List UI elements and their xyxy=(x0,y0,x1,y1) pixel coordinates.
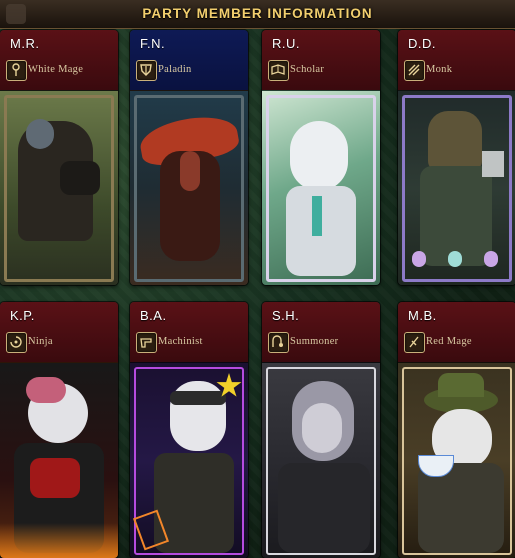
member-card-header: D.D. Monk xyxy=(398,30,515,90)
summoner-icon xyxy=(268,332,289,353)
member-name: M.R. xyxy=(10,36,40,51)
member-card-6[interactable]: B.A. Machinist xyxy=(130,302,248,558)
member-card-header: M.R. White Mage xyxy=(0,30,118,90)
character-portrait xyxy=(398,90,515,285)
character-portrait xyxy=(130,362,248,558)
red-mage-icon xyxy=(404,332,425,353)
paladin-icon xyxy=(136,60,157,81)
character-portrait xyxy=(0,90,118,285)
member-name: R.U. xyxy=(272,36,300,51)
white-mage-icon xyxy=(6,60,27,81)
page-title: PARTY MEMBER INFORMATION xyxy=(142,6,373,21)
member-card-header: B.A. Machinist xyxy=(130,302,248,362)
member-card-header: K.P. Ninja xyxy=(0,302,118,362)
member-name: S.H. xyxy=(272,308,300,323)
member-card-header: F.N. Paladin xyxy=(130,30,248,90)
character-portrait xyxy=(262,362,380,558)
character-portrait xyxy=(398,362,515,558)
character-portrait xyxy=(262,90,380,285)
monk-icon xyxy=(404,60,425,81)
job-label: Red Mage xyxy=(426,336,472,347)
member-card-2[interactable]: F.N. Paladin xyxy=(130,30,248,285)
member-name: M.B. xyxy=(408,308,437,323)
machinist-icon xyxy=(136,332,157,353)
character-portrait xyxy=(0,362,118,558)
member-name: K.P. xyxy=(10,308,35,323)
job-label: Paladin xyxy=(158,64,192,75)
job-label: Scholar xyxy=(290,64,325,75)
member-card-1[interactable]: M.R. White Mage xyxy=(0,30,118,285)
member-card-4[interactable]: D.D. Monk xyxy=(398,30,515,285)
member-name: F.N. xyxy=(140,36,166,51)
member-card-7[interactable]: S.H. Summoner xyxy=(262,302,380,558)
job-label: Monk xyxy=(426,64,453,75)
member-card-5[interactable]: K.P. Ninja xyxy=(0,302,118,558)
job-label: Summoner xyxy=(290,336,339,347)
ninja-icon xyxy=(6,332,27,353)
scholar-icon xyxy=(268,60,289,81)
job-label: Machinist xyxy=(158,336,203,347)
member-name: B.A. xyxy=(140,308,167,323)
character-portrait xyxy=(130,90,248,285)
title-bar: PARTY MEMBER INFORMATION xyxy=(0,0,515,29)
member-card-8[interactable]: M.B. Red Mage xyxy=(398,302,515,558)
job-label: Ninja xyxy=(28,336,53,347)
member-card-3[interactable]: R.U. Scholar xyxy=(262,30,380,285)
member-card-header: R.U. Scholar xyxy=(262,30,380,90)
member-name: D.D. xyxy=(408,36,436,51)
member-card-header: M.B. Red Mage xyxy=(398,302,515,362)
member-card-header: S.H. Summoner xyxy=(262,302,380,362)
job-label: White Mage xyxy=(28,64,84,75)
